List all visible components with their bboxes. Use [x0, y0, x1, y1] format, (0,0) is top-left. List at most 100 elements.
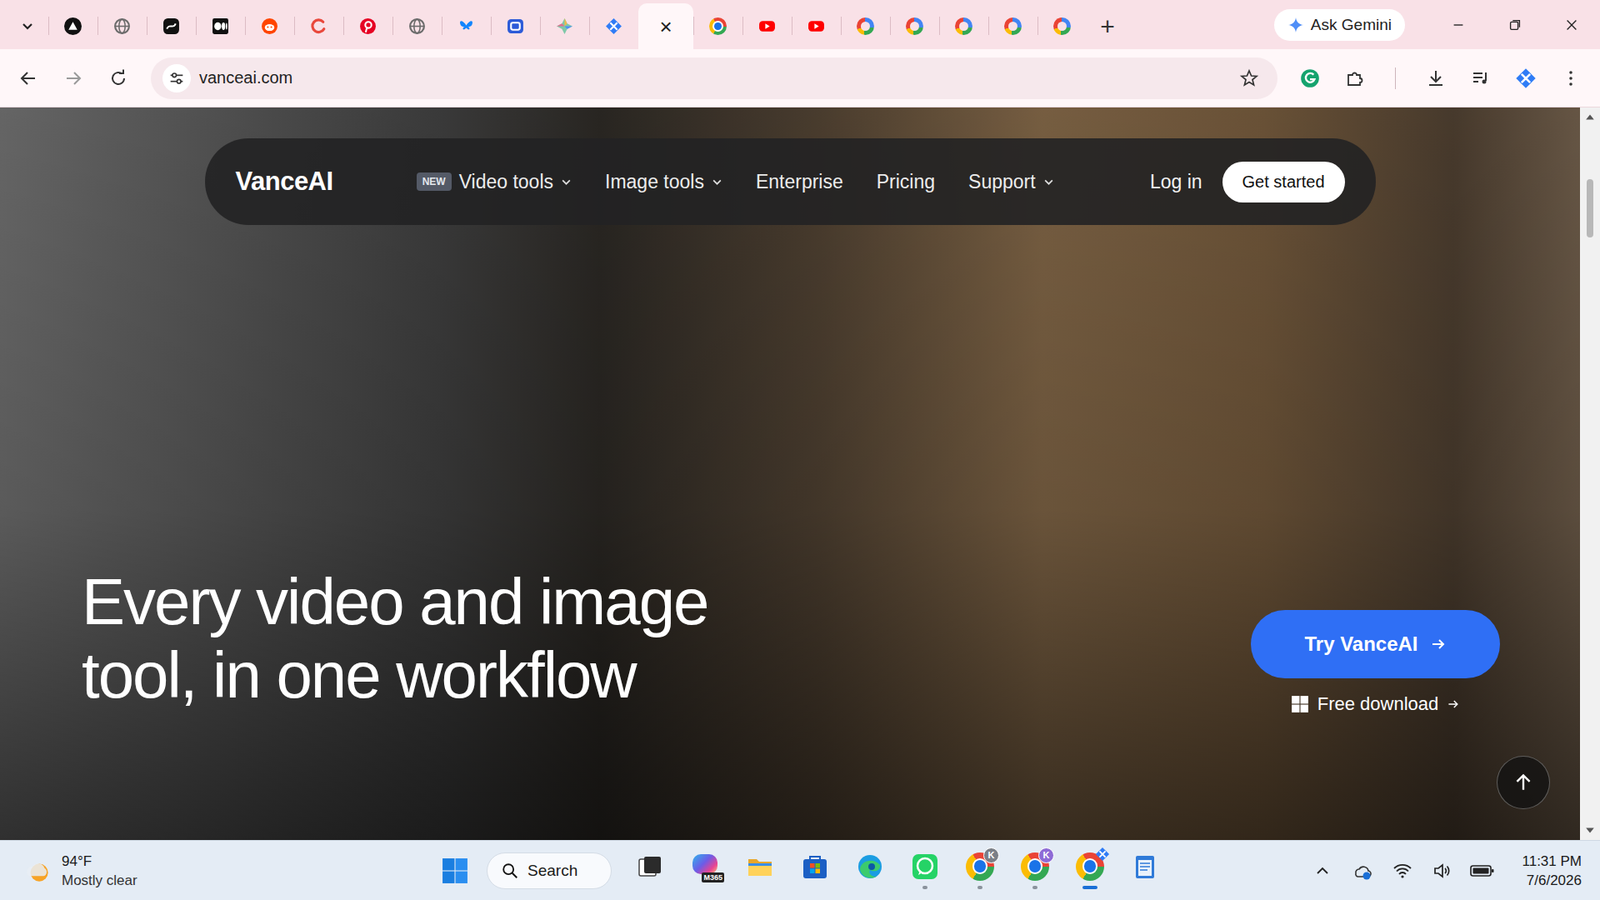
media-button[interactable]	[1462, 60, 1500, 97]
restore-icon	[1507, 17, 1523, 33]
scroll-thumb[interactable]	[1586, 179, 1594, 238]
tab-strip: × + Ask Gemini	[0, 0, 1600, 50]
running-indicator	[1032, 885, 1038, 890]
extensions-button[interactable]	[1336, 60, 1374, 97]
new-tab-button[interactable]: +	[1086, 3, 1129, 50]
browser-tab[interactable]	[392, 3, 442, 50]
bookmark-button[interactable]	[1239, 68, 1266, 89]
taskbar-app[interactable]	[1066, 844, 1114, 898]
scroll-to-top-button[interactable]	[1496, 755, 1550, 810]
running-indicator	[702, 885, 708, 890]
nav-item[interactable]: Image tools	[605, 170, 723, 194]
site-logo[interactable]: VanceAI	[235, 166, 334, 197]
restore-button[interactable]	[1486, 0, 1544, 50]
start-button[interactable]	[431, 847, 479, 895]
browser-tab[interactable]	[589, 3, 639, 50]
browser-tab[interactable]	[490, 3, 540, 50]
taskbar-app[interactable]: M365	[681, 844, 729, 898]
folder-icon	[745, 852, 775, 881]
close-icon	[1564, 17, 1580, 33]
network-status[interactable]	[1346, 852, 1379, 890]
chevron-down-icon	[560, 176, 572, 188]
nav-item[interactable]: Enterprise	[755, 170, 844, 194]
taskbar-app[interactable]	[1121, 844, 1169, 898]
browser-tab[interactable]	[343, 3, 393, 50]
browser-tab[interactable]	[840, 3, 890, 50]
minimize-button[interactable]	[1430, 0, 1487, 50]
running-indicator	[922, 885, 928, 890]
browser-tab[interactable]: ×	[638, 3, 694, 50]
downloads-button[interactable]	[1417, 60, 1455, 97]
taskbar-app[interactable]: K	[956, 844, 1004, 898]
try-vanceai-button[interactable]: Try VanceAI	[1250, 610, 1500, 679]
nav-item[interactable]: Support	[968, 170, 1055, 194]
browser-tab[interactable]	[939, 3, 989, 50]
browser-tab[interactable]	[146, 3, 196, 50]
app-icon	[310, 17, 328, 35]
browser-tab[interactable]	[890, 3, 940, 50]
vance-icon	[1095, 846, 1110, 862]
battery-status[interactable]	[1466, 852, 1499, 890]
running-indicator	[1082, 885, 1098, 890]
taskbar-app[interactable]	[626, 844, 674, 898]
tray-overflow-button[interactable]	[1306, 852, 1339, 890]
browser-tab[interactable]	[195, 3, 245, 50]
menu-button[interactable]	[1552, 60, 1590, 97]
weather-widget[interactable]: 94°F Mostly clear	[0, 851, 432, 890]
taskbar-app[interactable]	[901, 844, 949, 898]
taskbar-app[interactable]	[846, 844, 894, 898]
windows-icon	[1290, 695, 1310, 714]
taskbar-app[interactable]	[791, 844, 839, 898]
reload-button[interactable]	[100, 60, 137, 97]
close-tab-button[interactable]: ×	[659, 15, 672, 38]
page: VanceAI NEW Video tools Image tools Ente…	[0, 107, 1600, 840]
nav-item[interactable]: NEW Video tools	[416, 170, 572, 194]
scroll-down-icon[interactable]	[1585, 825, 1595, 835]
chevron-down-icon	[711, 176, 723, 188]
star-icon	[1239, 68, 1260, 89]
browser-tab[interactable]	[693, 3, 743, 50]
clock[interactable]: 11:31 PM 7/6/2026	[1521, 851, 1582, 890]
browser-tab[interactable]	[48, 3, 98, 50]
chrome-icon: K	[965, 852, 995, 881]
search-box[interactable]: Search	[486, 852, 612, 890]
nav-item[interactable]: Pricing	[876, 170, 935, 194]
scrollbar[interactable]	[1580, 107, 1600, 840]
site-info-button[interactable]	[162, 64, 191, 93]
scroll-up-icon[interactable]	[1585, 112, 1595, 123]
media-icon	[1470, 68, 1491, 89]
browser-tab[interactable]	[441, 3, 491, 50]
login-link[interactable]: Log in	[1150, 170, 1203, 194]
ask-gemini-button[interactable]: Ask Gemini	[1274, 9, 1405, 41]
forward-button[interactable]	[55, 60, 92, 97]
taskbar-app[interactable]	[736, 844, 784, 898]
taskbar-app[interactable]: K	[1011, 844, 1059, 898]
m365-label: M365	[701, 872, 725, 883]
free-download-link[interactable]: Free download	[1290, 693, 1461, 715]
close-window-button[interactable]	[1543, 0, 1600, 50]
chrome-icon	[1075, 852, 1105, 881]
browser-tab[interactable]	[97, 3, 147, 50]
browser-tab[interactable]	[791, 3, 841, 50]
browser-tab[interactable]	[294, 3, 344, 50]
arrow-right-icon	[1430, 635, 1447, 653]
wifi-status[interactable]	[1386, 852, 1419, 890]
back-button[interactable]	[10, 60, 47, 97]
browser-tab[interactable]	[742, 3, 792, 50]
google-icon	[856, 17, 875, 35]
browser-tab[interactable]	[988, 3, 1038, 50]
tab-search-button[interactable]	[6, 3, 49, 50]
grammarly-extension[interactable]	[1291, 60, 1329, 97]
address-bar[interactable]: vanceai.com	[150, 57, 1278, 100]
get-started-button[interactable]: Get started	[1222, 161, 1345, 203]
task-view-icon	[635, 852, 665, 881]
store-icon	[800, 852, 830, 881]
browser-tab[interactable]	[540, 3, 590, 50]
running-indicator	[977, 885, 983, 890]
volume-control[interactable]	[1426, 852, 1459, 890]
browser-tab[interactable]	[1037, 3, 1087, 50]
browser-tab[interactable]	[245, 3, 295, 50]
vance-extension[interactable]	[1507, 60, 1545, 97]
